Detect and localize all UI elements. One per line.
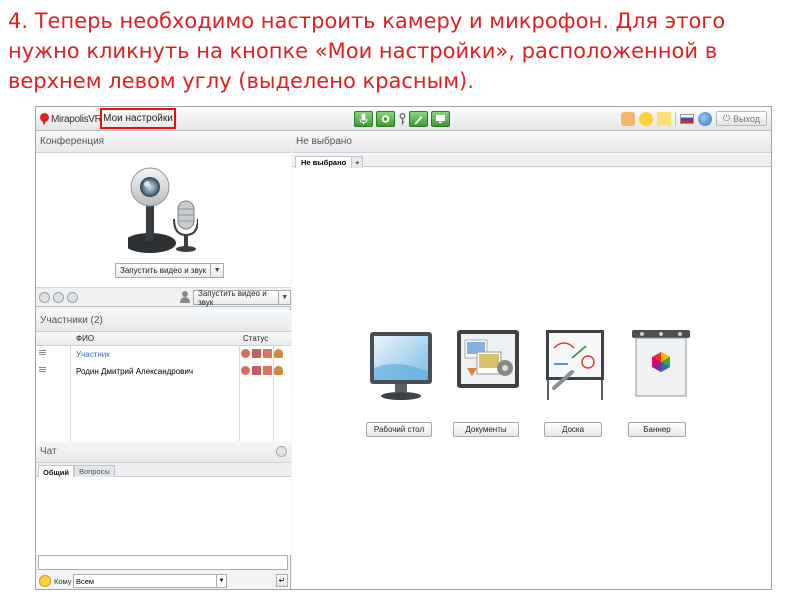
note-icon[interactable]: [656, 111, 671, 126]
chat-messages: [36, 477, 291, 555]
smile-icon[interactable]: [638, 111, 653, 126]
participant-status-icons: [241, 366, 283, 375]
record-icon[interactable]: [67, 292, 78, 303]
participants-title: Участники (2): [40, 315, 103, 326]
workspace-title: Не выбрано: [296, 136, 352, 147]
send-button[interactable]: ↵: [276, 574, 288, 587]
participant-status-icons: [241, 349, 283, 358]
user-role-icon: [274, 366, 283, 375]
top-bar: MirapolisVR Мои настройки ⏻ Выход: [36, 107, 771, 131]
board-status-icon[interactable]: [263, 366, 272, 375]
drag-handle-icon[interactable]: [39, 350, 46, 355]
participants-table-header: ФИО Статус: [36, 332, 291, 346]
recipient-select[interactable]: Всем ▼: [73, 574, 227, 588]
documents-icon[interactable]: [455, 328, 521, 406]
hand-icon[interactable]: [620, 111, 635, 126]
participants-table: ФИО Статус Участник Родин Дмитрий Алекса…: [36, 332, 291, 441]
table-row[interactable]: Участник: [36, 346, 291, 363]
key-icon: [398, 111, 406, 127]
start-video-audio-dropdown[interactable]: Запустить видео и звук ▼: [115, 263, 225, 278]
separator: [674, 111, 676, 126]
participant-name[interactable]: Родин Дмитрий Александрович: [76, 367, 193, 376]
start-video-audio-label: Запустить видео и звук: [116, 264, 212, 277]
recipient-value: Всем: [76, 576, 95, 586]
conference-toolbar: Запустить видео и звук ▼: [36, 287, 291, 307]
enter-icon: ↵: [278, 576, 286, 585]
mic-off-icon[interactable]: [39, 292, 50, 303]
user-role-icon: [274, 349, 283, 358]
logo-text: MirapolisVR: [51, 113, 102, 125]
camera-icon[interactable]: [376, 111, 395, 127]
slide-caption: 4. Теперь необходимо настроить камеру и …: [8, 9, 726, 93]
column-header-status[interactable]: Статус: [243, 334, 268, 343]
workspace-area: Не выбрано Не выбрано + Рабочий стол Док…: [292, 131, 771, 589]
board-status-icon[interactable]: [263, 349, 272, 358]
participants-panel: Участники (2) ФИО Статус Участник Родин …: [36, 310, 291, 441]
chat-panel: Чат Общий Вопросы Кому Всем ▼ ↵: [36, 441, 291, 589]
add-tab-button[interactable]: +: [351, 156, 364, 168]
workspace-canvas: Рабочий стол Документы Доска Баннер: [292, 168, 771, 589]
left-column: Конференция Запустить видео и звук ▼ Зап…: [36, 131, 291, 589]
exit-button[interactable]: ⏻ Выход: [715, 111, 767, 126]
status-icons: ⏻ Выход: [620, 111, 767, 126]
chat-header: Чат: [36, 441, 291, 463]
column-header-name[interactable]: ФИО: [76, 334, 94, 343]
workspace-tabs: Не выбрано +: [292, 155, 771, 168]
mirapolis-app-window: MirapolisVR Мои настройки ⏻ Выход Конфер…: [35, 106, 772, 590]
whiteboard-button[interactable]: Доска: [544, 422, 602, 437]
chevron-down-icon: ▼: [213, 267, 221, 274]
documents-button[interactable]: Документы: [453, 422, 519, 437]
chat-tabs: Общий Вопросы: [36, 463, 291, 478]
screen-icon[interactable]: [431, 111, 450, 127]
tab-not-selected[interactable]: Не выбрано: [295, 156, 353, 168]
start-video-audio-toolbar-dropdown[interactable]: Запустить видео и звук ▼: [193, 289, 291, 307]
russia-flag-icon[interactable]: [679, 113, 694, 124]
my-settings-button[interactable]: Мои настройки: [100, 108, 176, 129]
participant-name[interactable]: Участник: [76, 350, 110, 359]
chat-footer: Кому Всем ▼ ↵: [36, 572, 291, 589]
webcam-microphone-icon: [128, 167, 198, 253]
logo-pin-icon: [40, 112, 49, 126]
mic-status-icon[interactable]: [241, 349, 250, 358]
drag-handle-icon[interactable]: [39, 367, 46, 372]
power-icon: ⏻: [722, 113, 731, 123]
conference-panel: Запустить видео и звук ▼: [36, 153, 291, 287]
chevron-down-icon: ▼: [216, 575, 226, 587]
conference-header: Конференция: [36, 131, 291, 153]
chat-title: Чат: [40, 446, 57, 457]
conference-title: Конференция: [40, 136, 105, 147]
exit-label: Выход: [733, 113, 760, 124]
whiteboard-icon[interactable]: [542, 328, 608, 406]
mic-status-icon[interactable]: [241, 366, 250, 375]
pencil-icon[interactable]: [409, 111, 428, 127]
banner-icon[interactable]: [628, 328, 694, 406]
workspace-header: Не выбрано: [292, 131, 771, 153]
smiley-icon[interactable]: [39, 575, 51, 587]
participants-header: Участники (2): [36, 310, 291, 332]
chevron-down-icon: ▼: [281, 294, 289, 301]
speaker-icon[interactable]: [53, 292, 64, 303]
table-row[interactable]: Родин Дмитрий Александрович: [36, 363, 291, 380]
camera-status-icon[interactable]: [252, 366, 261, 375]
logo: MirapolisVR: [40, 111, 102, 127]
globe-icon[interactable]: [697, 111, 712, 126]
desktop-button[interactable]: Рабочий стол: [366, 422, 432, 437]
recipient-label: Кому: [54, 577, 72, 586]
tab-questions[interactable]: Вопросы: [74, 465, 115, 477]
chat-message-input[interactable]: [38, 555, 288, 570]
person-icon: [180, 291, 190, 303]
microphone-icon[interactable]: [354, 111, 373, 127]
desktop-monitor-icon[interactable]: [368, 328, 434, 406]
chat-options-icon[interactable]: [276, 446, 287, 457]
camera-status-icon[interactable]: [252, 349, 261, 358]
media-toolbar: [354, 111, 450, 127]
start-video-audio-toolbar-label: Запустить видео и звук: [194, 289, 280, 307]
banner-button[interactable]: Баннер: [628, 422, 686, 437]
